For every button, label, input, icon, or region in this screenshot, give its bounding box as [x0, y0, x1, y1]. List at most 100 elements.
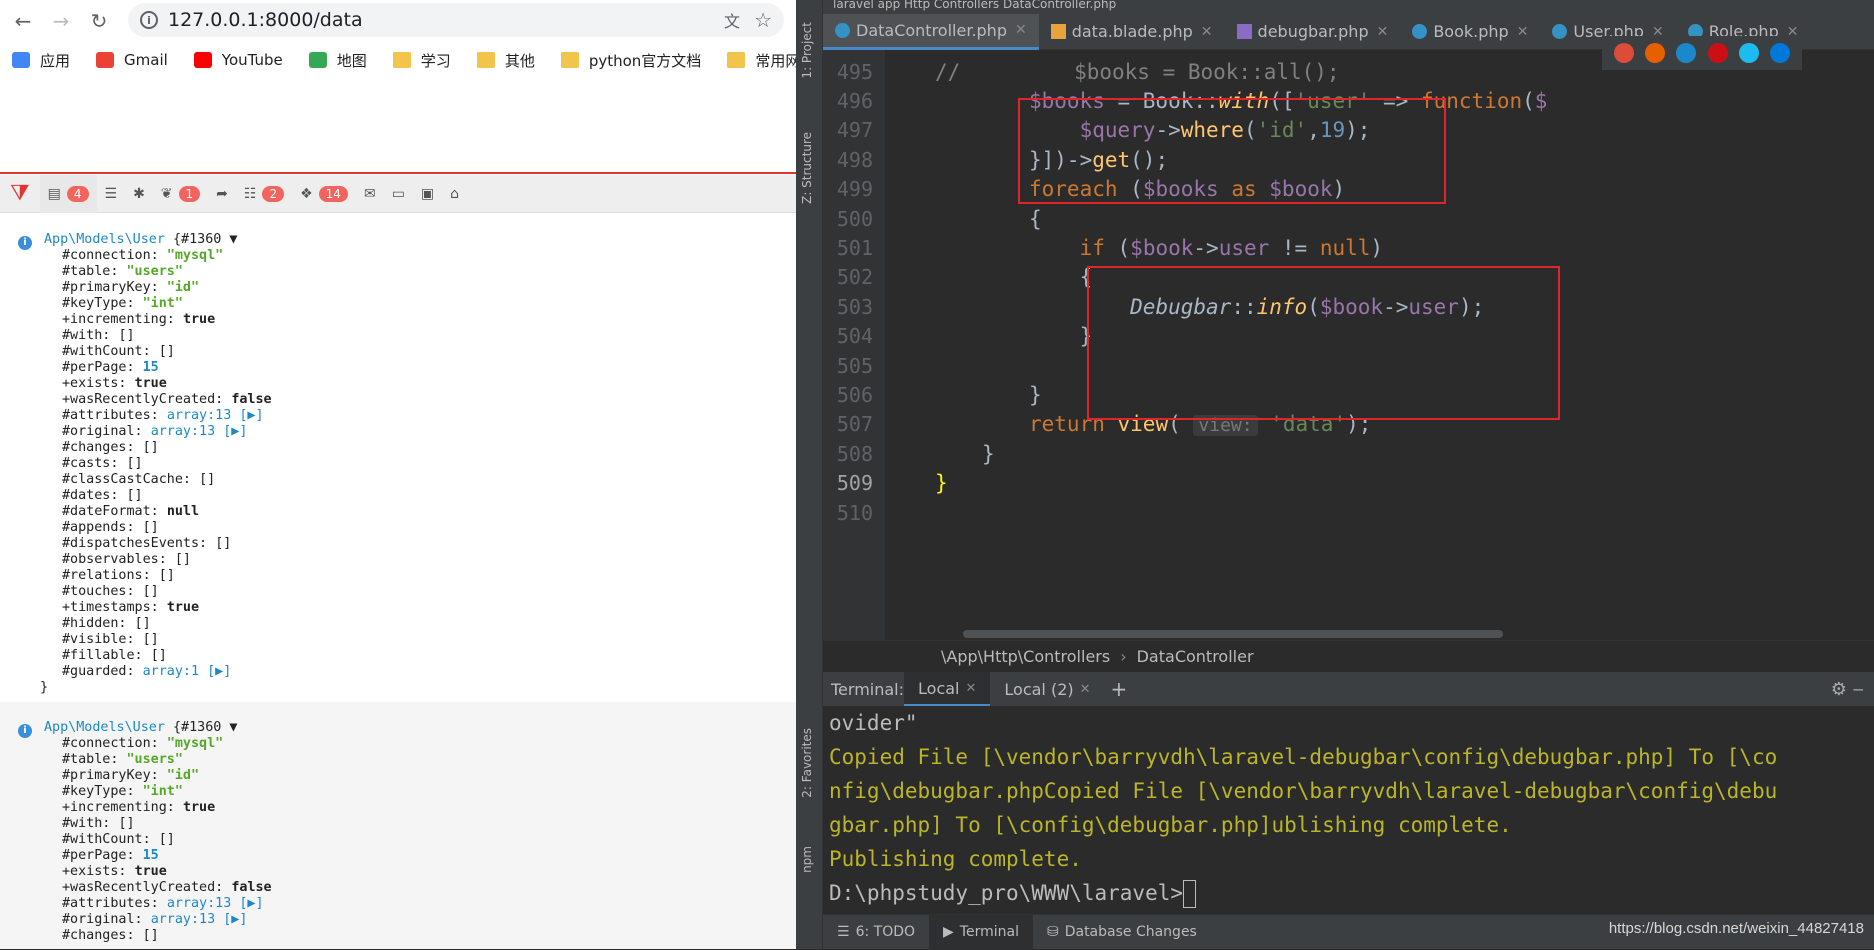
project-tool-button[interactable]: 1: Project [800, 22, 814, 79]
folder-icon [560, 52, 579, 68]
tool-window-label: Database Changes [1064, 924, 1197, 940]
new-terminal-icon[interactable]: + [1111, 677, 1128, 701]
count-badge: 1 [178, 185, 201, 202]
terminal-tab-local-2[interactable]: Local (2) ✕ [990, 672, 1104, 706]
line-number: 508 [836, 441, 873, 466]
line-number: 498 [836, 147, 873, 172]
dump-header[interactable]: App\Models\User {#1360 ▼ [44, 720, 796, 736]
bookmark-item[interactable]: 地图 [308, 50, 367, 71]
close-icon[interactable]: ✕ [1201, 24, 1213, 40]
count-badge: 2 [262, 185, 285, 202]
messages-icon: ▤ [47, 185, 61, 202]
horizontal-scrollbar[interactable] [963, 630, 1503, 638]
property-key: #perPage: [62, 848, 143, 863]
firefox-icon[interactable] [1644, 43, 1665, 63]
editor-tab[interactable]: DataController.php ✕ [823, 13, 1039, 50]
property-value: null [166, 504, 200, 519]
debugbar-tab[interactable]: ➦ [208, 175, 236, 213]
bookmark-item[interactable]: python官方文档 [560, 50, 702, 71]
bookmark-star-icon[interactable]: ☆ [754, 8, 772, 32]
breadcrumb-separator-icon: › [1120, 647, 1127, 666]
tab-label: DataController.php [856, 20, 1007, 40]
debugbar-tab[interactable]: ✉ [356, 175, 384, 213]
close-icon[interactable]: ✕ [1517, 24, 1529, 40]
back-icon[interactable]: ← [8, 6, 38, 36]
site-info-icon[interactable]: i [140, 11, 158, 29]
property-value[interactable]: array:13 [▶] [151, 912, 248, 927]
request-icon: ▭ [391, 185, 405, 202]
property-key: #attributes: [62, 896, 167, 911]
property-value[interactable]: array:13 [▶] [151, 424, 248, 439]
close-icon[interactable]: ✕ [965, 681, 976, 696]
property-row: #withCount: [] [44, 344, 796, 360]
terminal-output[interactable]: ovider" Copied File [\vendor\barryvdh\lar… [823, 706, 1874, 914]
forward-icon[interactable]: → [46, 6, 76, 36]
database-icon: ⛁ [1046, 924, 1059, 940]
property-value[interactable]: array:13 [▶] [167, 896, 264, 911]
bookmark-item[interactable]: 其他 [476, 50, 535, 71]
property-row: #primaryKey: "id" [44, 280, 796, 296]
debugbar-tab[interactable]: ☷ 2 [236, 175, 292, 213]
safari-icon[interactable] [1676, 43, 1697, 63]
ide-left-toolstrip: 1: Project Z: Structure 2: Favorites npm [796, 0, 823, 949]
debugbar-tab[interactable]: ❖ 14 [292, 175, 356, 213]
bookmark-label: python官方文档 [588, 51, 702, 70]
edge-icon[interactable] [1770, 43, 1791, 63]
bookmark-item[interactable]: Gmail [96, 51, 168, 69]
bookmark-item[interactable]: YouTube [193, 51, 283, 69]
structure-tool-button[interactable]: Z: Structure [800, 132, 814, 204]
php-file-icon [1236, 24, 1252, 39]
property-key: #changes: [62, 440, 143, 455]
bookmark-item[interactable]: 应用 [12, 50, 70, 71]
url-input[interactable]: i 127.0.0.1:8000/data ⽂ ☆ [128, 3, 784, 37]
npm-tool-button[interactable]: npm [800, 846, 814, 873]
code-line: 510 [823, 495, 1874, 530]
terminal-prompt[interactable]: D:\phpstudy_pro\WWW\laravel> [829, 876, 1874, 910]
breadcrumb-class[interactable]: DataController [1137, 647, 1254, 666]
property-key: #with: [62, 816, 119, 831]
property-row: #visible: [] [44, 632, 796, 648]
debugbar-tab[interactable]: ⌂ [442, 175, 467, 213]
laravel-logo-icon[interactable]: ⧩ [0, 181, 40, 206]
property-row: #fillable: [] [44, 648, 796, 664]
property-value: [] [118, 816, 135, 831]
settings-gear-icon[interactable]: ⚙ ‒ [1831, 679, 1864, 700]
debugbar-tab[interactable]: ❦ 1 [153, 175, 208, 213]
reload-icon[interactable]: ↻ [84, 6, 114, 36]
property-value[interactable]: array:1 [▶] [143, 664, 232, 679]
translate-icon[interactable]: ⽂ [724, 8, 740, 32]
property-value[interactable]: array:13 [▶] [167, 408, 264, 423]
editor-tab[interactable]: Book.php ✕ [1400, 14, 1540, 50]
ie-icon[interactable] [1738, 43, 1759, 63]
tool-window-button[interactable]: ⛁ Database Changes [1033, 915, 1211, 950]
dump-header[interactable]: App\Models\User {#1360 ▼ [44, 232, 796, 248]
tool-window-button[interactable]: ▶ Terminal [929, 914, 1033, 950]
debugbar-tab[interactable]: ▤ 4 [39, 174, 97, 213]
close-icon[interactable]: ✕ [1080, 682, 1091, 697]
property-key: #connection: [62, 736, 167, 751]
bookmark-item[interactable]: 常用网站 [727, 50, 796, 71]
opera-icon[interactable] [1707, 43, 1728, 63]
property-value: [] [142, 520, 159, 535]
chrome-icon[interactable] [1613, 43, 1634, 63]
tool-window-button[interactable]: ☰ 6: TODO [823, 915, 929, 950]
property-value: "users" [126, 752, 183, 767]
count-badge: 14 [318, 185, 348, 202]
debugbar-tab[interactable]: ☰ [97, 175, 126, 213]
breadcrumb-namespace[interactable]: \App\Http\Controllers [941, 647, 1110, 666]
editor-tab[interactable]: debugbar.php ✕ [1225, 14, 1401, 50]
debugbar-tab[interactable]: ▣ [413, 175, 442, 213]
php-class-icon [1412, 24, 1428, 39]
close-icon[interactable]: ✕ [1377, 24, 1389, 40]
property-key: #fillable: [62, 648, 151, 663]
bookmark-item[interactable]: 学习 [392, 50, 451, 71]
editor-tab[interactable]: data.blade.php ✕ [1039, 14, 1225, 50]
debugbar-tab[interactable]: ▭ [384, 175, 413, 213]
folder-icon [392, 52, 411, 68]
terminal-tab-local[interactable]: Local ✕ [904, 672, 991, 706]
property-key: #perPage: [62, 360, 143, 375]
debugbar-tab[interactable]: ✱ [125, 175, 153, 213]
highlight-box-query [1018, 98, 1446, 204]
close-icon[interactable]: ✕ [1015, 22, 1027, 38]
favorites-tool-button[interactable]: 2: Favorites [800, 728, 814, 798]
